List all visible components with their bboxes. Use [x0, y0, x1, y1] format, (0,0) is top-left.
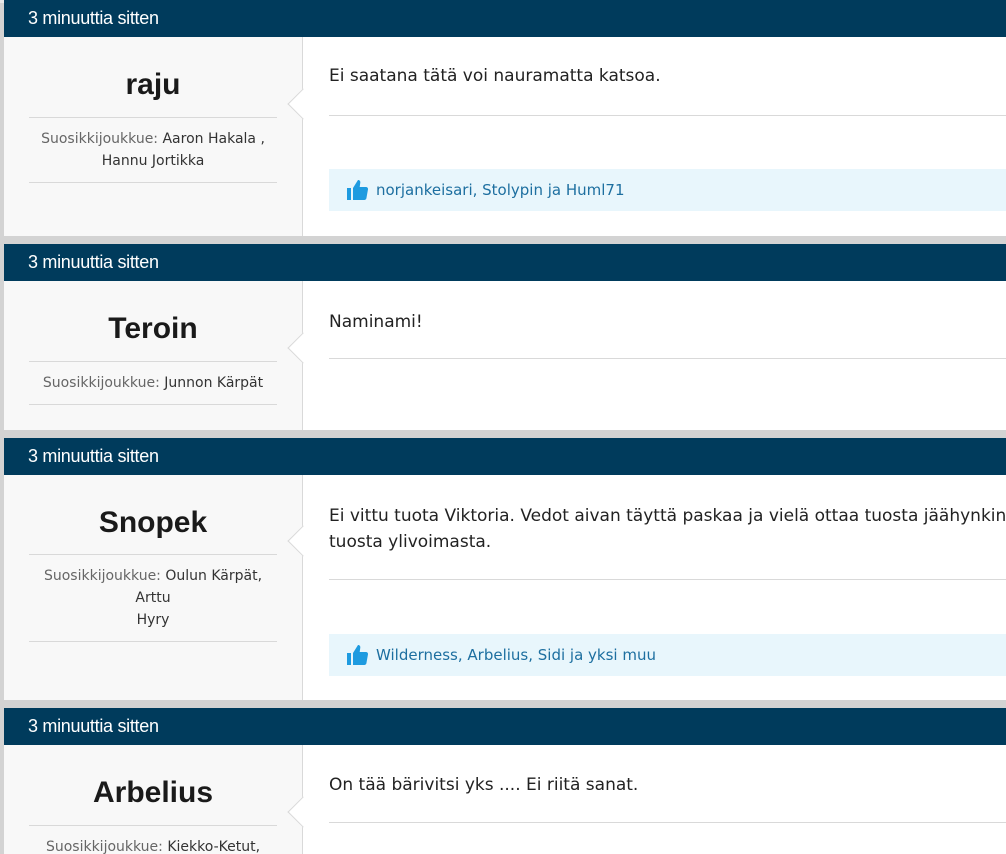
message-line: Ei saatana tätä voi nauramatta katsoa. [329, 66, 661, 86]
message-line: On tää bärivitsi yks .... Ei riitä sanat… [329, 775, 639, 795]
forum-post: 3 minuuttia sitten Arbelius Suosikkijouk… [4, 708, 1006, 854]
author-panel: Teroin Suosikkijoukkue: Junnon Kärpät [4, 281, 303, 430]
forum-post: 3 minuuttia sitten Teroin Suosikkijoukku… [4, 244, 1006, 430]
favorite-team-value: Kiekko-Ketut, [167, 839, 261, 854]
favorite-team: Suosikkijoukkue: Oulun Kärpät, Arttu Hyr… [29, 554, 277, 642]
message-line: tuosta ylivoimasta. [329, 532, 492, 552]
likes-names[interactable]: Wilderness, Arbelius, Sidi ja yksi muu [376, 634, 656, 676]
thumbs-up-icon[interactable] [345, 643, 369, 667]
author-panel: Arbelius Suosikkijoukkue: Kiekko-Ketut, [4, 745, 303, 854]
content-divider [329, 358, 1006, 359]
favorite-team-value: Hyry [136, 612, 170, 628]
post-timestamp: 3 minuuttia sitten [4, 0, 1006, 37]
post-message: Ei saatana tätä voi nauramatta katsoa. [329, 37, 1006, 89]
forum-post: 3 minuuttia sitten Snopek Suosikkijoukku… [4, 438, 1006, 700]
content-divider [329, 579, 1006, 580]
post-message: On tää bärivitsi yks .... Ei riitä sanat… [329, 745, 1006, 798]
username[interactable]: Arbelius [4, 745, 302, 813]
favorite-team-value: Aaron Hakala , [162, 131, 265, 147]
favorite-team: Suosikkijoukkue: Aaron Hakala , Hannu Jo… [29, 117, 277, 183]
post-content: Ei vittu tuota Viktoria. Vedot aivan täy… [329, 475, 1006, 676]
post-message: Ei vittu tuota Viktoria. Vedot aivan täy… [329, 475, 1006, 555]
likes-bar: Wilderness, Arbelius, Sidi ja yksi muu [329, 634, 1006, 676]
message-line: Ei vittu tuota Viktoria. Vedot aivan täy… [329, 506, 1006, 526]
forum-post: 3 minuuttia sitten raju Suosikkijoukkue:… [4, 0, 1006, 236]
message-line: Naminami! [329, 312, 423, 332]
post-message: Naminami! [329, 281, 1006, 335]
favorite-team: Suosikkijoukkue: Kiekko-Ketut, [29, 825, 277, 854]
favorite-team-value: Hannu Jortikka [101, 153, 205, 169]
favorite-team-label: Suosikkijoukkue: [45, 839, 163, 854]
post-content: On tää bärivitsi yks .... Ei riitä sanat… [329, 745, 1006, 823]
post-content: Ei saatana tätä voi nauramatta katsoa. n… [329, 37, 1006, 211]
post-timestamp: 3 minuuttia sitten [4, 244, 1006, 281]
username[interactable]: raju [4, 37, 302, 105]
author-panel: raju Suosikkijoukkue: Aaron Hakala , Han… [4, 37, 303, 236]
favorite-team-value: Junnon Kärpät [164, 375, 264, 391]
favorite-team-label: Suosikkijoukkue: [42, 375, 160, 391]
content-divider [329, 822, 1006, 823]
username[interactable]: Snopek [4, 475, 302, 543]
thumbs-up-icon[interactable] [345, 178, 369, 202]
author-panel: Snopek Suosikkijoukkue: Oulun Kärpät, Ar… [4, 475, 303, 700]
post-timestamp: 3 minuuttia sitten [4, 438, 1006, 475]
likes-names[interactable]: norjankeisari, Stolypin ja Huml71 [376, 169, 625, 211]
favorite-team-label: Suosikkijoukkue: [43, 568, 161, 584]
username[interactable]: Teroin [4, 281, 302, 349]
post-content: Naminami! [329, 281, 1006, 359]
likes-bar: norjankeisari, Stolypin ja Huml71 [329, 169, 1006, 211]
favorite-team: Suosikkijoukkue: Junnon Kärpät [29, 361, 277, 405]
content-divider [329, 115, 1006, 116]
post-timestamp: 3 minuuttia sitten [4, 708, 1006, 745]
favorite-team-label: Suosikkijoukkue: [41, 131, 159, 147]
